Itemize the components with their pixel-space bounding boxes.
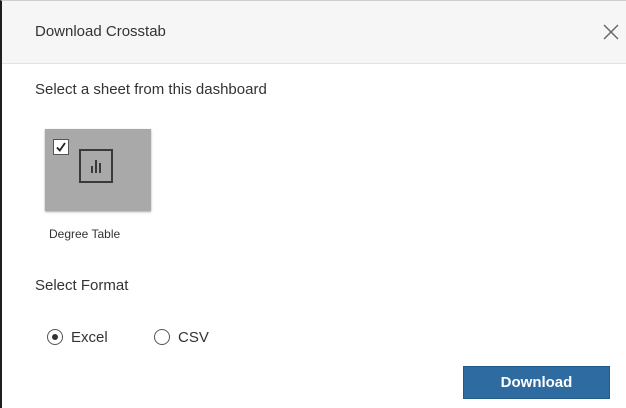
format-selection-label: Select Format [35,277,129,294]
dialog-header: Download Crosstab [2,1,626,64]
close-button[interactable] [600,21,622,43]
close-icon [603,24,619,40]
bar-chart-icon [79,149,113,183]
sheet-checkbox[interactable] [53,139,69,155]
radio-button-csv[interactable] [154,329,170,345]
sheet-tile-degree-table[interactable] [45,129,151,211]
download-crosstab-dialog: Download Crosstab Select a sheet from th… [0,0,626,408]
sheet-selection-label: Select a sheet from this dashboard [35,81,267,98]
radio-selected-dot [52,334,58,340]
radio-button-excel[interactable] [47,329,63,345]
format-option-csv[interactable]: CSV [154,327,209,347]
format-option-label: Excel [71,328,108,346]
checkmark-icon [56,142,66,152]
format-option-excel[interactable]: Excel [47,327,108,347]
sheet-name-label: Degree Table [49,227,121,241]
dialog-title: Download Crosstab [35,23,166,40]
format-option-label: CSV [178,328,209,346]
download-button[interactable]: Download [463,366,610,399]
